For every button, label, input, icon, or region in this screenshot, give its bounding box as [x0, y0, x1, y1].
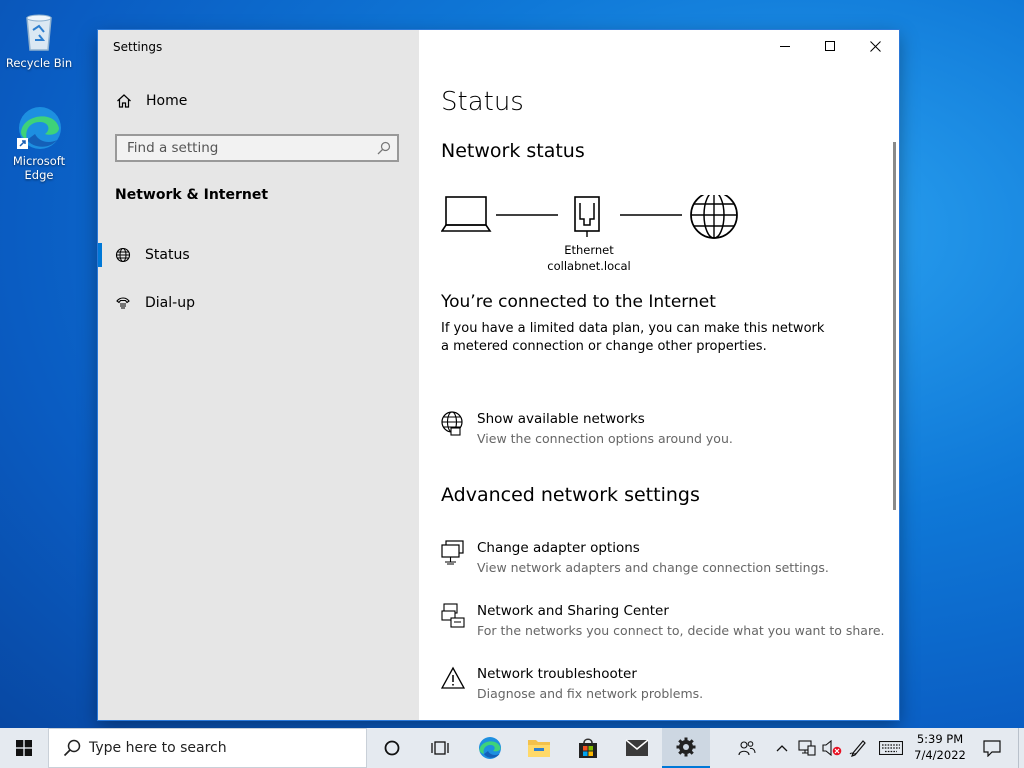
start-button[interactable]	[0, 728, 48, 768]
desktop-icon-label: Recycle Bin	[5, 56, 73, 70]
people-icon	[738, 741, 756, 756]
search-box	[115, 134, 399, 162]
link-title: Network troubleshooter	[477, 666, 637, 682]
window-title: Settings	[113, 40, 163, 54]
network-wired-icon	[798, 740, 816, 756]
scrollbar[interactable]	[893, 142, 896, 510]
network-troubleshooter-link[interactable]: Network troubleshooter Diagnose and fix …	[441, 666, 881, 710]
home-icon	[117, 94, 131, 108]
adapter-name: Ethernet	[564, 243, 614, 257]
gear-icon	[676, 737, 696, 757]
sharing-center-icon	[441, 603, 465, 628]
search-icon	[63, 739, 81, 757]
sidebar-item-dialup[interactable]: Dial-up	[98, 285, 419, 321]
cortana-button[interactable]	[368, 728, 416, 768]
desktop-icon-label: Microsoft Edge	[12, 154, 66, 182]
taskbar-search-placeholder: Type here to search	[89, 740, 227, 756]
search-icon[interactable]	[377, 141, 391, 155]
adapter-icon	[441, 540, 464, 565]
network-sharing-center-link[interactable]: Network and Sharing Center For the netwo…	[441, 603, 885, 647]
action-center-button[interactable]	[980, 728, 1004, 768]
warning-icon	[441, 666, 465, 689]
home-label: Home	[146, 93, 188, 109]
ethernet-icon	[574, 196, 600, 237]
mail-button[interactable]	[613, 728, 661, 768]
link-subtitle: View network adapters and change connect…	[477, 560, 829, 575]
folder-icon	[528, 740, 550, 757]
clock-time: 5:39 PM	[916, 732, 964, 746]
taskbar-edge-button[interactable]	[466, 728, 514, 768]
connection-description: If you have a limited data plan, you can…	[441, 321, 825, 354]
sidebar: Settings Home Network & Internet Status	[98, 30, 419, 720]
link-title: Network and Sharing Center	[477, 603, 669, 619]
computer-icon	[441, 196, 492, 232]
edge-logo-icon	[479, 737, 501, 759]
link-subtitle: View the connection options around you.	[477, 431, 733, 446]
notification-icon	[983, 740, 1001, 757]
show-hidden-icons-button[interactable]	[772, 728, 792, 768]
windows-logo-icon	[16, 740, 32, 756]
sidebar-item-home[interactable]: Home	[116, 93, 187, 109]
show-networks-link[interactable]: Show available networks View the connect…	[441, 411, 881, 455]
network-status-heading: Network status	[441, 140, 585, 162]
settings-window: Settings Home Network & Internet Status	[98, 30, 899, 720]
recycle-bin-icon	[15, 6, 63, 54]
network-tray-button[interactable]	[795, 728, 819, 768]
touch-keyboard-button[interactable]	[877, 728, 905, 768]
taskbar: Type here to search 5:39 PM 7/4/2022	[0, 728, 1024, 768]
chevron-up-icon	[776, 745, 788, 752]
selection-indicator	[98, 243, 102, 267]
desktop-icon-recycle-bin[interactable]: Recycle Bin	[1, 6, 77, 70]
link-subtitle: For the networks you connect to, decide …	[477, 623, 885, 638]
pen-icon	[849, 740, 866, 757]
show-desktop-button[interactable]	[1018, 728, 1024, 768]
taskbar-settings-button[interactable]	[662, 728, 710, 768]
network-diagram	[441, 195, 738, 239]
volume-muted-icon	[822, 740, 842, 756]
link-title: Show available networks	[477, 411, 645, 427]
globe-icon	[115, 247, 131, 263]
connection-heading: You’re connected to the Internet	[441, 292, 716, 312]
sidebar-item-status[interactable]: Status	[98, 237, 419, 273]
store-bag-icon	[579, 738, 597, 758]
task-view-button[interactable]	[416, 728, 464, 768]
content-pane: Status Network status Ethernet collabnet…	[419, 30, 899, 720]
desktop-icon-edge[interactable]: Microsoft Edge	[1, 104, 77, 182]
volume-button[interactable]	[820, 728, 844, 768]
dialup-phone-icon	[116, 297, 130, 309]
clock-date: 7/4/2022	[914, 748, 966, 762]
network-name: collabnet.local	[547, 259, 631, 273]
change-adapter-options-link[interactable]: Change adapter options View network adap…	[441, 540, 881, 584]
task-view-icon	[431, 741, 449, 755]
link-subtitle: Diagnose and fix network problems.	[477, 686, 704, 701]
sidebar-item-label: Status	[145, 247, 190, 263]
edge-logo-icon	[15, 104, 63, 152]
link-title: Change adapter options	[477, 540, 640, 556]
search-input[interactable]	[117, 136, 377, 160]
internet-globe-icon	[690, 195, 738, 239]
people-button[interactable]	[734, 728, 760, 768]
globe-icon	[441, 411, 463, 436]
microsoft-store-button[interactable]	[564, 728, 612, 768]
sidebar-item-label: Dial-up	[145, 295, 195, 311]
windows-ink-button[interactable]	[847, 728, 869, 768]
cortana-circle-icon	[384, 740, 400, 756]
section-heading: Network & Internet	[115, 187, 269, 203]
keyboard-icon	[879, 741, 903, 755]
taskbar-search-box[interactable]: Type here to search	[48, 728, 367, 768]
advanced-settings-heading: Advanced network settings	[441, 484, 700, 506]
clock[interactable]: 5:39 PM 7/4/2022	[905, 731, 975, 763]
mail-icon	[625, 739, 649, 756]
page-title: Status	[441, 87, 524, 117]
file-explorer-button[interactable]	[515, 728, 563, 768]
